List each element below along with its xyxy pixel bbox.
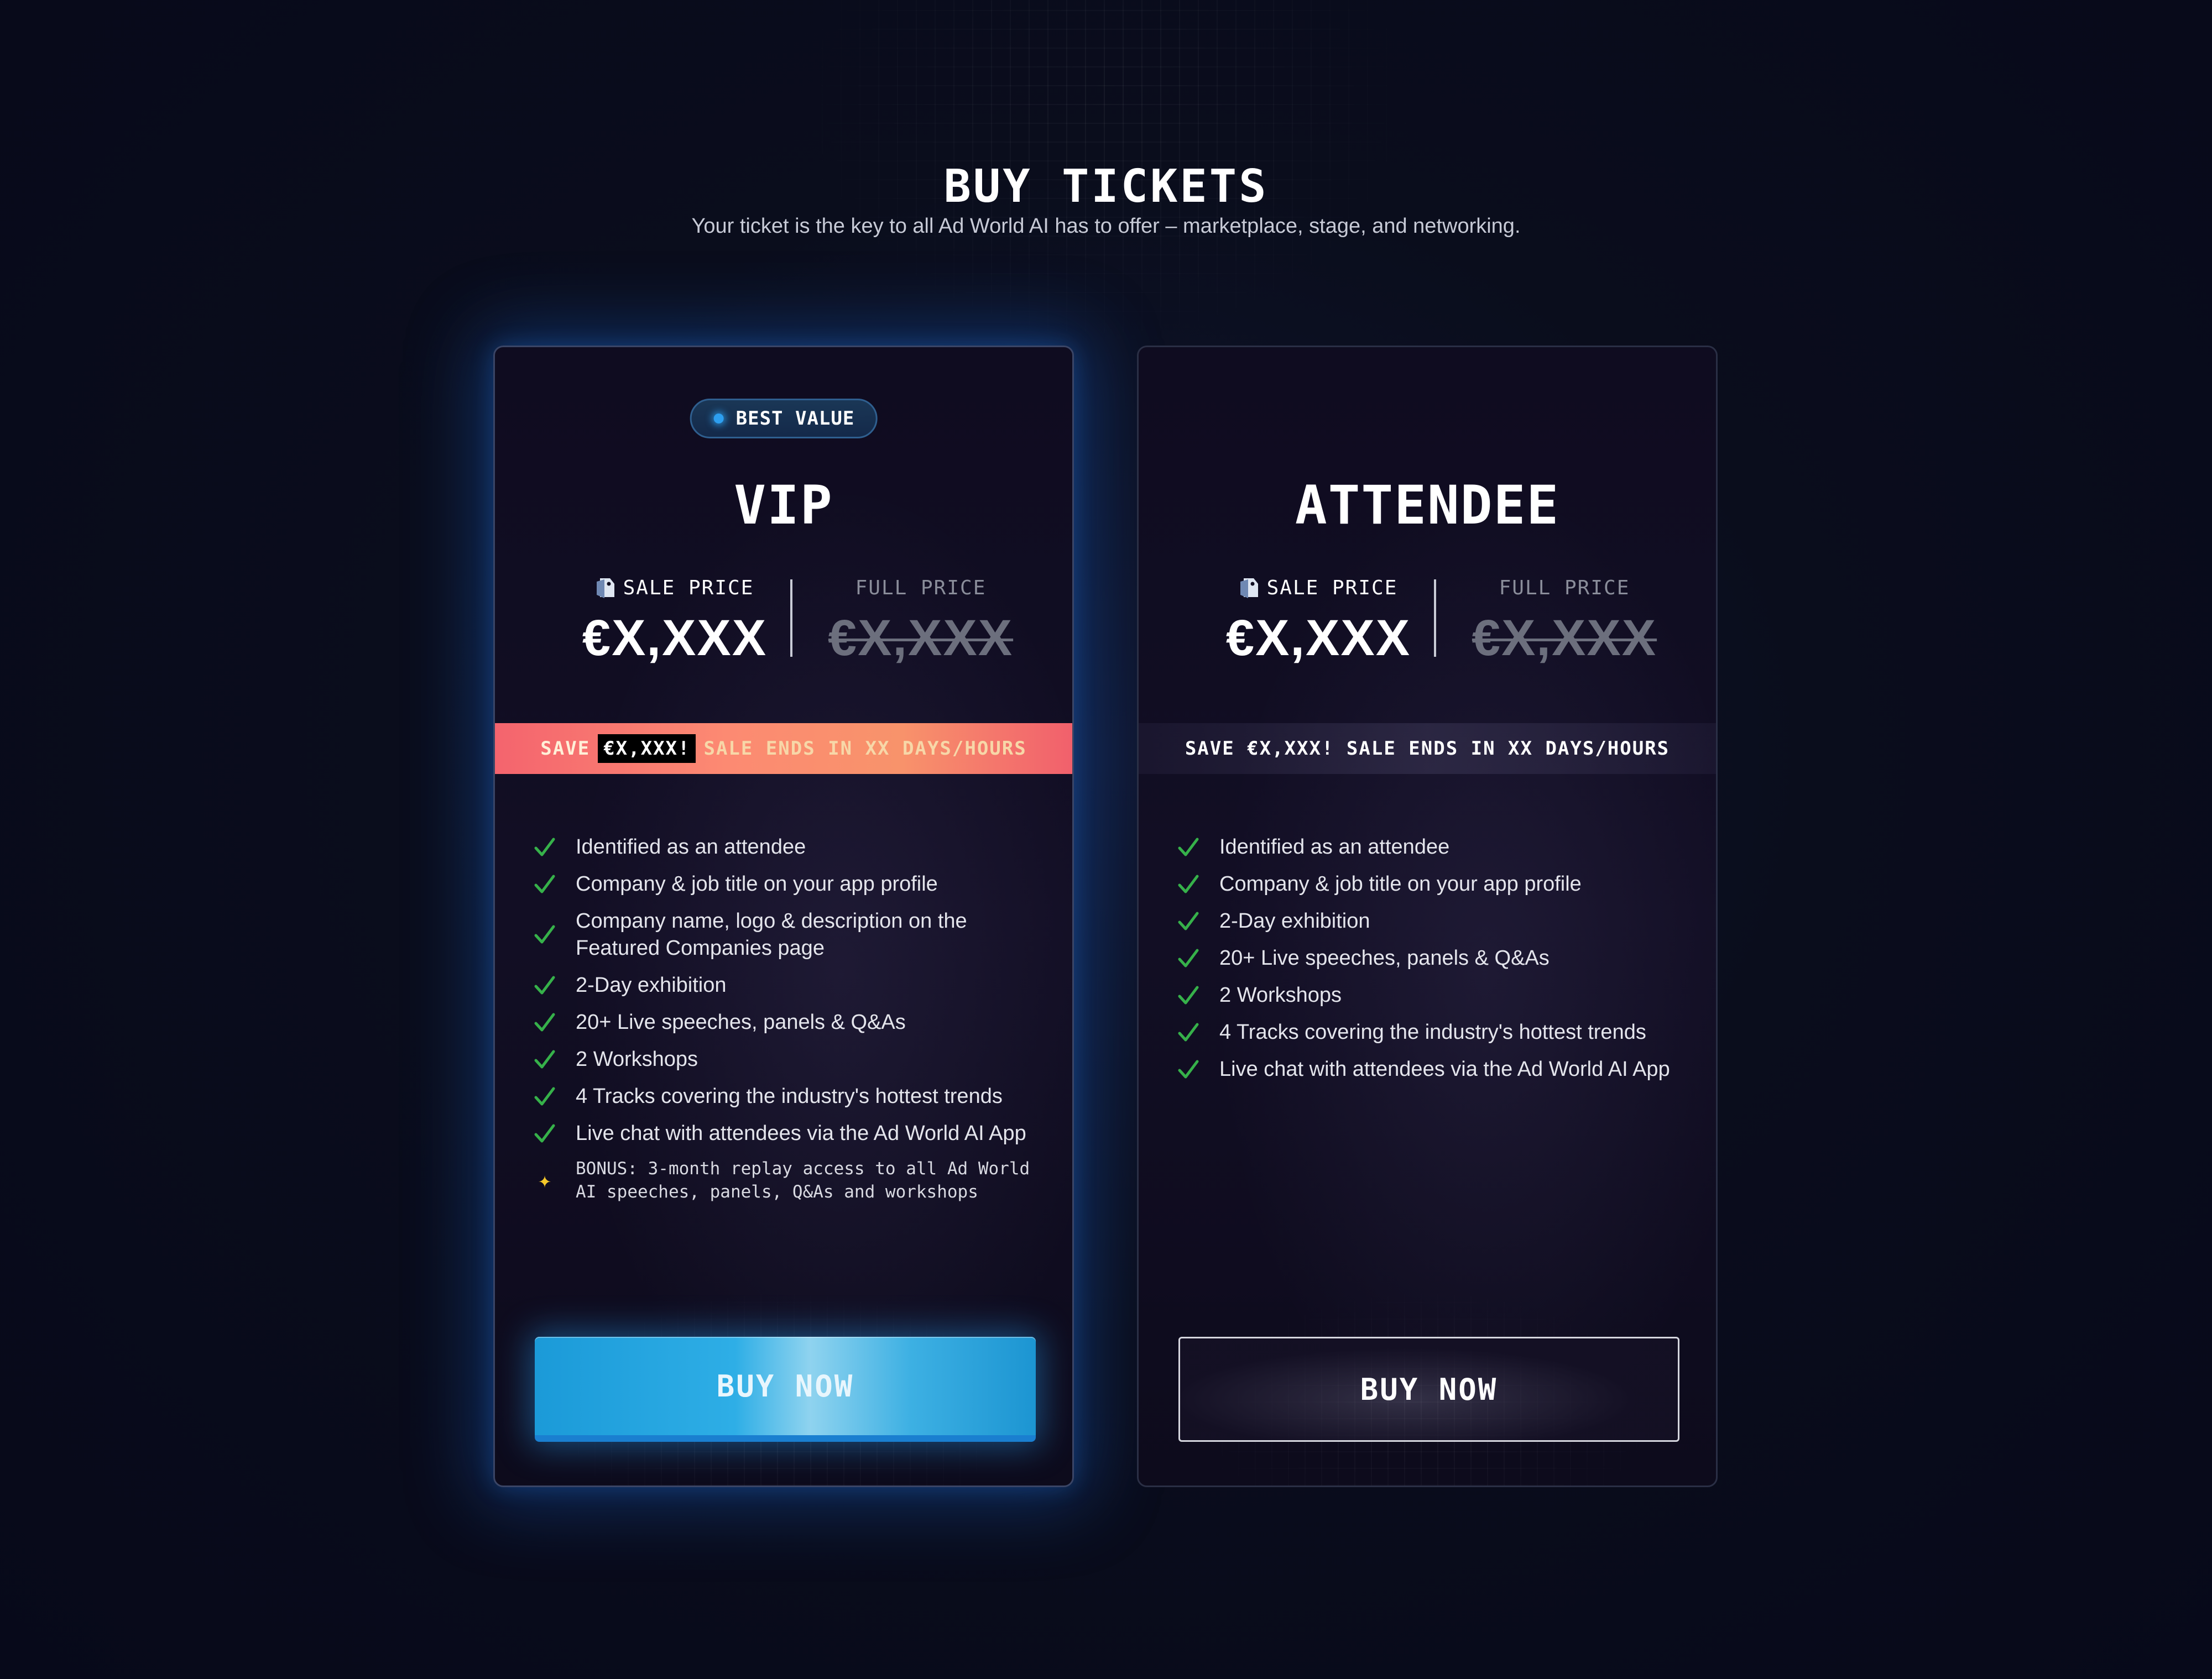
sparkle-icon: ✦ <box>538 1168 552 1193</box>
list-item: 2 Workshops <box>1177 982 1686 1009</box>
feature-text: Identified as an attendee <box>576 835 806 859</box>
price-tag-icon <box>596 578 614 598</box>
feature-text: 4 Tracks covering the industry's hottest… <box>1219 1021 1646 1044</box>
feature-text: 2-Day exhibition <box>1219 909 1370 933</box>
list-item: Company name, logo & description on the … <box>534 908 1042 962</box>
sale-banner: SAVE €X,XXX! SALE ENDS IN XX DAYS/HOURS <box>1139 723 1716 774</box>
check-icon <box>1177 948 1199 970</box>
bonus-text: BONUS: 3-month replay access to all Ad W… <box>576 1159 1030 1202</box>
check-icon <box>534 975 556 997</box>
list-item: Company & job title on your app profile <box>1177 871 1686 898</box>
feature-text: Identified as an attendee <box>1219 835 1450 859</box>
list-item: Company & job title on your app profile <box>534 871 1042 898</box>
plan-name: ATTENDEE <box>1295 474 1560 536</box>
check-icon <box>1177 985 1199 1007</box>
banner-sale-ends: SALE ENDS IN XX DAYS/HOURS <box>703 737 1027 760</box>
sale-price-block: SALE PRICE €X,XXX <box>1208 574 1429 666</box>
sale-price-value: €X,XXX <box>1225 610 1411 666</box>
bonus-item: ✦ BONUS: 3-month replay access to all Ad … <box>534 1157 1042 1204</box>
sale-price-value: €X,XXX <box>582 610 768 666</box>
plan-name: VIP <box>734 474 833 536</box>
banner-save-label: SAVE <box>540 737 591 760</box>
feature-text: 20+ Live speeches, panels & Q&As <box>576 1011 906 1034</box>
check-icon <box>1177 1059 1199 1081</box>
check-icon <box>1177 911 1199 933</box>
list-item: Identified as an attendee <box>1177 834 1686 861</box>
banner-save-amount: €X,XXX! <box>598 734 696 763</box>
list-item: 20+ Live speeches, panels & Q&As <box>534 1009 1042 1036</box>
full-price-block: FULL PRICE €X,XXX <box>1454 574 1675 666</box>
list-item: 2 Workshops <box>534 1046 1042 1073</box>
page-title: BUY TICKETS <box>943 160 1269 213</box>
page-subtitle: Your ticket is the key to all Ad World A… <box>691 215 1521 238</box>
check-icon <box>534 1012 556 1034</box>
feature-text: 2 Workshops <box>576 1048 698 1071</box>
attendee-buy-now-button[interactable]: BUY NOW <box>1178 1337 1679 1442</box>
sale-price-label-row: SALE PRICE <box>1208 574 1429 601</box>
price-section: SALE PRICE €X,XXX FULL PRICE €X,XXX <box>1139 574 1716 666</box>
full-price-label: FULL PRICE <box>855 576 987 599</box>
list-item: Identified as an attendee <box>534 834 1042 861</box>
feature-text: 20+ Live speeches, panels & Q&As <box>1219 946 1550 970</box>
vip-ticket-card: BEST VALUE VIP SALE PRICE €X,XXX FULL PR… <box>493 346 1074 1487</box>
check-icon <box>534 874 556 896</box>
attendee-ticket-card: ATTENDEE SALE PRICE €X,XXX FULL PRICE €X… <box>1137 346 1718 1487</box>
list-item: Live chat with attendees via the Ad Worl… <box>1177 1056 1686 1083</box>
sale-banner: SAVE €X,XXX! SALE ENDS IN XX DAYS/HOURS <box>495 723 1072 774</box>
full-price-value: €X,XXX <box>1472 610 1657 666</box>
sale-price-label-row: SALE PRICE <box>564 574 785 601</box>
status-dot-icon <box>713 414 724 423</box>
feature-text: Company & job title on your app profile <box>576 872 938 896</box>
check-icon <box>1177 836 1199 859</box>
list-item: 20+ Live speeches, panels & Q&As <box>1177 945 1686 972</box>
list-item: 4 Tracks covering the industry's hottest… <box>534 1083 1042 1110</box>
check-icon <box>534 924 556 946</box>
price-tag-icon <box>1240 578 1258 598</box>
list-item: Live chat with attendees via the Ad Worl… <box>534 1120 1042 1147</box>
check-icon <box>534 1049 556 1071</box>
feature-text: Company name, logo & description on the … <box>576 909 967 960</box>
sale-price-label: SALE PRICE <box>1266 576 1398 599</box>
feature-list: Identified as an attendee Company & job … <box>1177 834 1686 1093</box>
badge-label: BEST VALUE <box>735 407 855 430</box>
vip-buy-now-button[interactable]: BUY NOW <box>535 1337 1036 1442</box>
sale-price-block: SALE PRICE €X,XXX <box>564 574 785 666</box>
price-divider <box>790 579 792 657</box>
full-price-block: FULL PRICE €X,XXX <box>810 574 1031 666</box>
feature-text: Company & job title on your app profile <box>1219 872 1582 896</box>
feature-text: 2-Day exhibition <box>576 974 727 997</box>
check-icon <box>534 1123 556 1145</box>
feature-text: 4 Tracks covering the industry's hottest… <box>576 1085 1003 1108</box>
feature-text: Live chat with attendees via the Ad Worl… <box>1219 1058 1670 1081</box>
sale-price-label: SALE PRICE <box>623 576 754 599</box>
best-value-badge: BEST VALUE <box>690 399 878 438</box>
check-icon <box>1177 1022 1199 1044</box>
list-item: 2-Day exhibition <box>1177 908 1686 935</box>
check-icon <box>534 836 556 859</box>
feature-list: Identified as an attendee Company & job … <box>534 834 1042 1214</box>
list-item: 4 Tracks covering the industry's hottest… <box>1177 1019 1686 1046</box>
price-divider <box>1434 579 1436 657</box>
price-section: SALE PRICE €X,XXX FULL PRICE €X,XXX <box>495 574 1072 666</box>
list-item: 2-Day exhibition <box>534 972 1042 999</box>
check-icon <box>1177 874 1199 896</box>
feature-text: Live chat with attendees via the Ad Worl… <box>576 1122 1026 1145</box>
full-price-value: €X,XXX <box>828 610 1014 666</box>
feature-text: 2 Workshops <box>1219 984 1342 1007</box>
check-icon <box>534 1086 556 1108</box>
full-price-label: FULL PRICE <box>1499 576 1630 599</box>
